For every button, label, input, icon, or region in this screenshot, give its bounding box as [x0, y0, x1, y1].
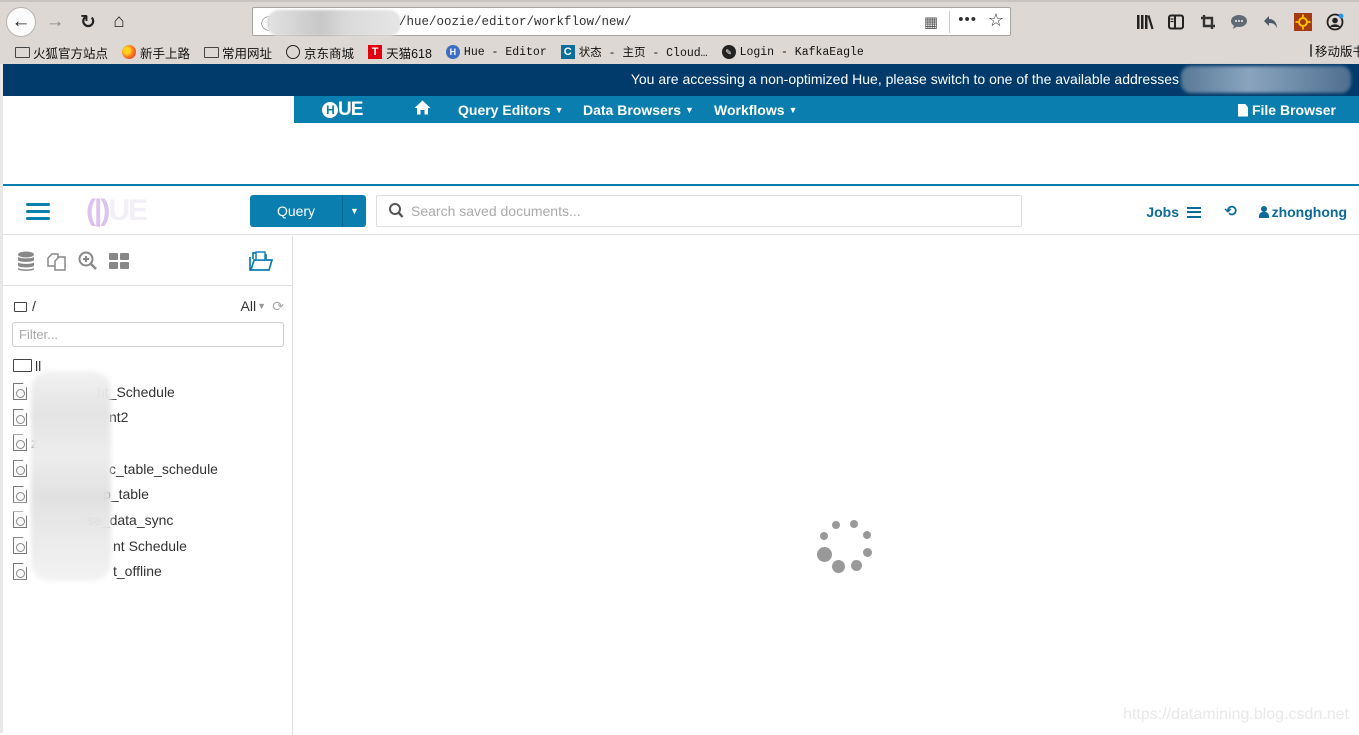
- bookmark-item[interactable]: T 天猫618: [367, 43, 432, 62]
- path-breadcrumb: / All▼ ⟳: [14, 298, 284, 316]
- home-icon: ⌂: [113, 11, 125, 32]
- hue-embedded-app: (|)UE Query ▼ Jobs ⟲ zhonghong /: [3, 184, 1359, 735]
- user-icon: [1258, 206, 1269, 218]
- warning-banner: You are accessing a non-optimized Hue, p…: [3, 64, 1359, 96]
- mobile-bookmarks[interactable]: 移动版书签: [1310, 41, 1359, 60]
- kafkaeagle-icon: ✎: [721, 45, 736, 59]
- back-button[interactable]: ←: [6, 7, 36, 37]
- workflow-document-icon: [13, 511, 27, 529]
- workflow-document-icon: [13, 408, 27, 426]
- workflow-document-icon: [13, 485, 27, 503]
- open-folder-icon[interactable]: [249, 250, 273, 272]
- sidebar-icon[interactable]: [1165, 11, 1187, 33]
- workflow-document-icon: [13, 383, 27, 401]
- qr-code-icon[interactable]: ▦: [924, 13, 938, 31]
- caret-down-icon: ▼: [257, 301, 266, 311]
- c-icon: C: [560, 45, 575, 59]
- crop-icon[interactable]: [1197, 11, 1219, 33]
- tasks-icon: [1187, 206, 1201, 218]
- watermark: https://datamining.blog.csdn.net: [1123, 706, 1349, 723]
- folder-icon: [203, 46, 219, 58]
- more-actions-icon[interactable]: •••: [958, 11, 977, 28]
- bookmark-item[interactable]: 京东商城: [285, 43, 354, 62]
- library-icon[interactable]: [1134, 11, 1156, 33]
- bookmark-item[interactable]: ✎ Login - KafkaEagle: [721, 45, 864, 59]
- filter-input[interactable]: [12, 322, 284, 347]
- type-filter-dropdown[interactable]: All▼: [241, 298, 266, 314]
- arrow-right-icon: →: [45, 11, 65, 32]
- bookmark-item[interactable]: 新手上路: [121, 43, 190, 62]
- hue-icon: H: [445, 45, 460, 59]
- extension-icon[interactable]: [1292, 11, 1314, 33]
- folder-icon: [14, 302, 27, 312]
- loading-spinner-icon: [812, 518, 872, 578]
- search-icon: [389, 203, 404, 218]
- url-text[interactable]: /hue/oozie/editor/workflow/new/: [399, 15, 632, 29]
- home-icon[interactable]: [414, 100, 431, 120]
- folder-icon: [14, 46, 30, 58]
- hamburger-menu-icon[interactable]: [26, 203, 50, 220]
- reload-button[interactable]: ↻: [73, 7, 103, 37]
- bookmark-item[interactable]: H Hue - Editor: [445, 45, 547, 59]
- browser-chrome: ← → ↻ ⌂ ⓘ /hue/oozie/editor/workflow/new…: [0, 0, 1359, 64]
- search-input[interactable]: [411, 197, 1011, 225]
- query-button-group: Query ▼: [250, 195, 366, 227]
- nav-data-browsers[interactable]: Data Browsers ▼: [583, 102, 694, 118]
- workflow-document-icon: [13, 562, 27, 580]
- file-icon: [1237, 103, 1248, 117]
- hue-logo[interactable]: (|)UE: [86, 194, 148, 228]
- workflow-document-icon: [13, 460, 27, 478]
- search-box: [376, 195, 1022, 227]
- firefox-icon: [122, 45, 137, 59]
- query-dropdown-toggle[interactable]: ▼: [342, 195, 366, 227]
- workflow-document-icon: [13, 434, 27, 452]
- documents-icon[interactable]: [46, 250, 68, 272]
- assist-toolbar: [3, 236, 293, 286]
- refresh-icon[interactable]: ⟳: [272, 298, 284, 315]
- nav-query-editors[interactable]: Query Editors ▼: [458, 102, 564, 118]
- history-icon[interactable]: ⟲: [1224, 202, 1237, 220]
- home-button[interactable]: ⌂: [104, 7, 134, 37]
- url-bar[interactable]: ⓘ /hue/oozie/editor/workflow/new/ ▦ ••• …: [252, 7, 1011, 36]
- redacted-names: [31, 371, 111, 581]
- caret-down-icon: ▼: [554, 105, 564, 115]
- reload-icon: ↻: [80, 11, 96, 33]
- bookmarks-bar: 火狐官方站点 新手上路 常用网址 京东商城 T 天猫618 H Hue - Ed…: [0, 41, 864, 63]
- caret-down-icon: ▼: [788, 105, 798, 115]
- undo-icon[interactable]: [1260, 11, 1282, 33]
- bookmark-star-icon[interactable]: ☆: [988, 10, 1004, 31]
- bookmark-item[interactable]: 火狐官方站点: [14, 43, 108, 62]
- folder-icon: [13, 359, 32, 373]
- globe-icon: [286, 45, 301, 59]
- forward-button[interactable]: →: [40, 7, 70, 37]
- arrow-left-icon: ←: [11, 11, 31, 32]
- account-icon[interactable]: [1324, 11, 1346, 33]
- redacted-addresses: [1181, 66, 1351, 93]
- bookmark-item[interactable]: 常用网址: [203, 43, 272, 62]
- assist-sidebar: / All▼ ⟳ ll ht_Schedule nt2 z c_table_sc…: [3, 236, 293, 735]
- file-browser-link[interactable]: File Browser: [1237, 102, 1336, 118]
- caret-down-icon: ▼: [350, 206, 359, 216]
- nav-workflows[interactable]: Workflows ▼: [714, 102, 797, 118]
- hue-header: (|)UE Query ▼ Jobs ⟲ zhonghong: [3, 186, 1359, 235]
- hue-logo[interactable]: H UE: [322, 99, 363, 121]
- jobs-button[interactable]: Jobs: [1146, 204, 1201, 220]
- apps-grid-icon[interactable]: [108, 250, 130, 272]
- tmall-icon: T: [368, 45, 383, 59]
- redacted-host: [267, 10, 401, 36]
- main-content: [294, 236, 1359, 735]
- database-icon[interactable]: [15, 250, 37, 272]
- zoom-in-icon[interactable]: [77, 250, 99, 272]
- caret-down-icon: ▼: [685, 105, 694, 115]
- query-button[interactable]: Query: [250, 195, 342, 227]
- bookmark-item[interactable]: C 状态 - 主页 - Cloud…: [560, 44, 708, 60]
- hue-top-navbar: H UE Query Editors ▼ Data Browsers ▼ Workfl…: [294, 96, 1359, 123]
- chat-icon[interactable]: [1228, 11, 1250, 33]
- current-path[interactable]: /: [32, 298, 36, 314]
- user-menu[interactable]: zhonghong: [1258, 204, 1347, 220]
- banner-text: You are accessing a non-optimized Hue, p…: [630, 71, 1179, 87]
- workflow-document-icon: [13, 537, 27, 555]
- mobile-icon: [1310, 44, 1312, 57]
